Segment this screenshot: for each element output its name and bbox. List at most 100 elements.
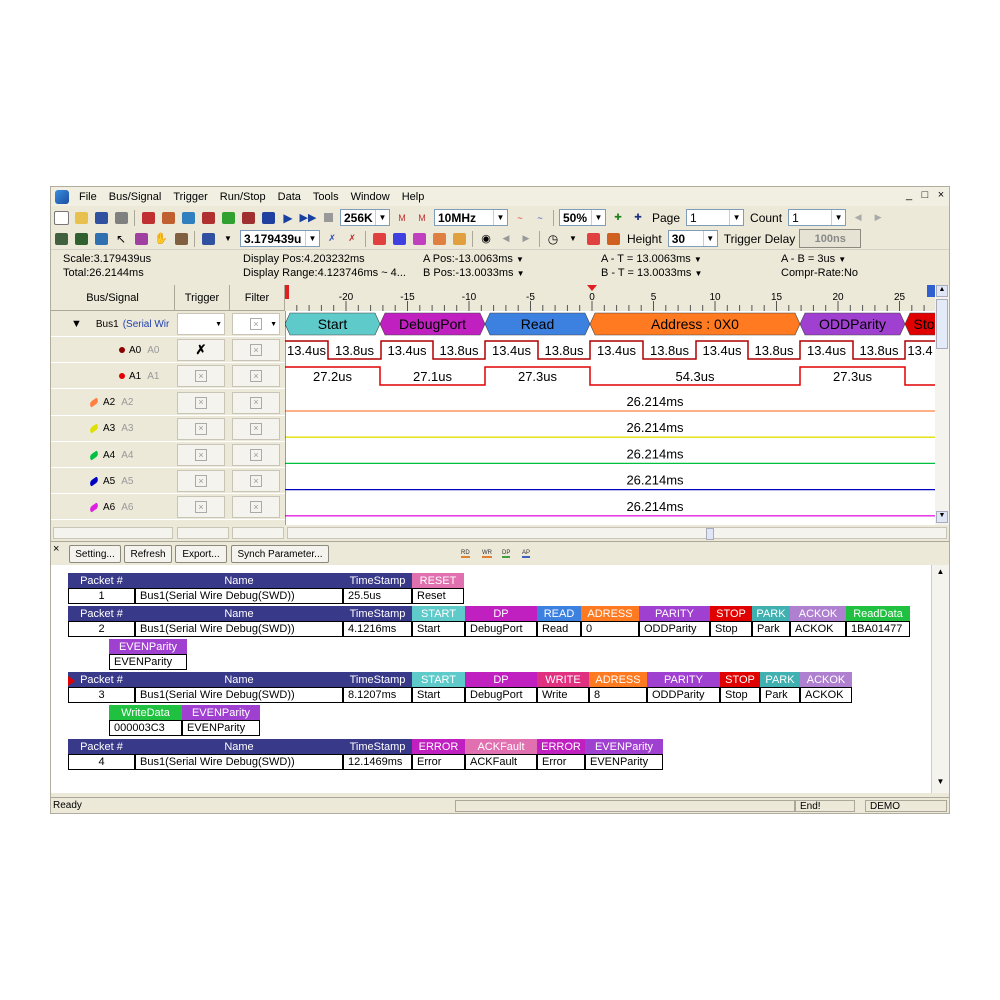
- menu-trigger[interactable]: Trigger: [167, 191, 213, 203]
- binoculars-icon[interactable]: ◉: [477, 231, 495, 247]
- expand-arrow-icon[interactable]: ▼: [71, 318, 82, 330]
- scroll-thumb[interactable]: [706, 528, 714, 540]
- search-next-icon[interactable]: ▶: [517, 231, 535, 247]
- color-setting-icon[interactable]: [604, 231, 622, 247]
- bus-setting-icon[interactable]: [584, 231, 602, 247]
- signal-row[interactable]: A1 A1 × ×: [51, 363, 285, 390]
- signal-row[interactable]: A6 A6 × ×: [51, 494, 285, 521]
- hand-tool-icon[interactable]: ✋: [152, 231, 170, 247]
- ap-tag-icon[interactable]: AP: [522, 550, 531, 558]
- print-icon[interactable]: [112, 210, 130, 226]
- bar-t-icon[interactable]: [410, 231, 428, 247]
- menu-window[interactable]: Window: [345, 191, 396, 203]
- menu-file[interactable]: File: [73, 191, 103, 203]
- signal-name[interactable]: ▼ Bus1 (Serial Wir: [51, 311, 175, 337]
- prev-page-icon[interactable]: ◀: [849, 210, 867, 226]
- menu-help[interactable]: Help: [396, 191, 431, 203]
- setting-button[interactable]: Setting...: [69, 545, 121, 563]
- scroll-up-icon[interactable]: ▲: [936, 285, 948, 297]
- bar-plus-icon[interactable]: [450, 231, 468, 247]
- scroll-thumb[interactable]: [936, 299, 948, 349]
- scroll-up-icon[interactable]: ▲: [934, 567, 947, 580]
- grid-icon[interactable]: [199, 231, 217, 247]
- signal-name[interactable]: A6 A6: [51, 494, 175, 520]
- horizontal-scrollbars[interactable]: [51, 525, 949, 541]
- scroll-down-icon[interactable]: ▼: [934, 777, 947, 790]
- depth-up-icon[interactable]: M: [393, 210, 411, 226]
- signal-name[interactable]: A1 A1: [51, 363, 175, 389]
- trigger-scrollbar[interactable]: [177, 527, 229, 539]
- signal-row[interactable]: A4 A4 × ×: [51, 442, 285, 468]
- signal-row[interactable]: A0 A0 ✗ ×: [51, 337, 285, 364]
- next-page-icon[interactable]: ▶: [869, 210, 887, 226]
- filter-scrollbar[interactable]: [232, 527, 284, 539]
- chevron-down-icon[interactable]: ▼: [219, 231, 237, 247]
- signal-row[interactable]: A2 A2 × ×: [51, 390, 285, 416]
- capture-icon[interactable]: [139, 210, 157, 226]
- waveform-view-icon[interactable]: [52, 231, 70, 247]
- filter-header[interactable]: Filter: [230, 285, 285, 311]
- export-button[interactable]: Export...: [175, 545, 227, 563]
- zoom-in-icon[interactable]: ✚: [609, 210, 627, 226]
- synch-parameter-button[interactable]: Synch Parameter...: [231, 545, 329, 563]
- memory-depth-select[interactable]: 256K ▼: [340, 209, 390, 226]
- trigger-cell[interactable]: ×: [177, 391, 225, 414]
- waveform-area[interactable]: -20 -15 -10 -5 0 5 10 15 20 25 Start DebugPort Read A…: [285, 285, 935, 525]
- rd-tag-icon[interactable]: RD: [461, 550, 470, 558]
- signal-name[interactable]: A4 A4: [51, 442, 175, 468]
- wr-tag-icon[interactable]: WR: [482, 550, 492, 558]
- capture-trigger-icon[interactable]: [179, 210, 197, 226]
- filter-cell[interactable]: ×: [232, 470, 280, 493]
- measure-icon[interactable]: [172, 231, 190, 247]
- b-pos-readout[interactable]: B Pos:-13.0033ms ▼: [423, 267, 524, 279]
- filter-cell[interactable]: ×: [232, 444, 280, 466]
- menu-tools[interactable]: Tools: [307, 191, 345, 203]
- list-view-icon[interactable]: [72, 231, 90, 247]
- capture-single-icon[interactable]: [199, 210, 217, 226]
- new-file-icon[interactable]: [52, 210, 70, 226]
- pointer-icon[interactable]: ↖: [112, 231, 130, 247]
- dp-tag-icon[interactable]: DP: [502, 550, 511, 558]
- signal-row[interactable]: A5 A5 × ×: [51, 468, 285, 495]
- signal-edit-icon[interactable]: [239, 210, 257, 226]
- trigger-cell[interactable]: ×: [177, 444, 225, 466]
- signal-name[interactable]: A2 A2: [51, 390, 175, 416]
- scroll-down-icon[interactable]: ▼: [936, 511, 948, 523]
- open-folder-icon[interactable]: [72, 210, 90, 226]
- bar-b-icon[interactable]: [390, 231, 408, 247]
- menu-data[interactable]: Data: [272, 191, 307, 203]
- packet-number[interactable]: 3: [68, 687, 135, 703]
- rate-up-icon[interactable]: ~: [511, 210, 529, 226]
- state-view-icon[interactable]: [92, 231, 110, 247]
- bus-icon[interactable]: [259, 210, 277, 226]
- menu-bus-signal[interactable]: Bus/Signal: [103, 191, 168, 203]
- signal-name[interactable]: A5 A5: [51, 468, 175, 494]
- signal-row[interactable]: A3 A3 × ×: [51, 416, 285, 442]
- height-select[interactable]: 30 ▼: [667, 230, 718, 247]
- trigger-cell[interactable]: ▼: [177, 313, 225, 335]
- zoom-out-icon[interactable]: ✚: [629, 210, 647, 226]
- a-b-readout[interactable]: A - B = 3us ▼: [781, 253, 846, 265]
- trigger-cell[interactable]: ×: [177, 470, 225, 493]
- clock-icon[interactable]: ◷: [544, 231, 562, 247]
- packet-number[interactable]: 1: [68, 588, 135, 604]
- signal-add-icon[interactable]: [219, 210, 237, 226]
- waveform-vertical-scrollbar[interactable]: ▲ ▼: [935, 285, 949, 525]
- a-t-readout[interactable]: A - T = 13.0063ms ▼: [601, 253, 702, 265]
- bar-tx-icon[interactable]: [430, 231, 448, 247]
- refresh-button[interactable]: Refresh: [124, 545, 172, 563]
- trigger-cell[interactable]: ×: [177, 417, 225, 440]
- menu-run-stop[interactable]: Run/Stop: [214, 191, 272, 203]
- scale-select[interactable]: 3.179439u ▼: [240, 230, 320, 247]
- marker-tool-icon[interactable]: [132, 231, 150, 247]
- filter-cell[interactable]: ×: [232, 391, 280, 414]
- cursor-a-icon[interactable]: ✗: [323, 231, 341, 247]
- trigger-header[interactable]: Trigger: [175, 285, 230, 311]
- trigger-cell[interactable]: ×: [177, 365, 225, 388]
- cursor-b-icon[interactable]: ✗: [343, 231, 361, 247]
- count-select[interactable]: 1 ▼: [788, 209, 847, 226]
- trigger-cell[interactable]: ×: [177, 496, 225, 519]
- b-t-readout[interactable]: B - T = 13.0033ms ▼: [601, 267, 702, 279]
- signal-name[interactable]: A3 A3: [51, 416, 175, 442]
- filter-cell[interactable]: ×: [232, 496, 280, 519]
